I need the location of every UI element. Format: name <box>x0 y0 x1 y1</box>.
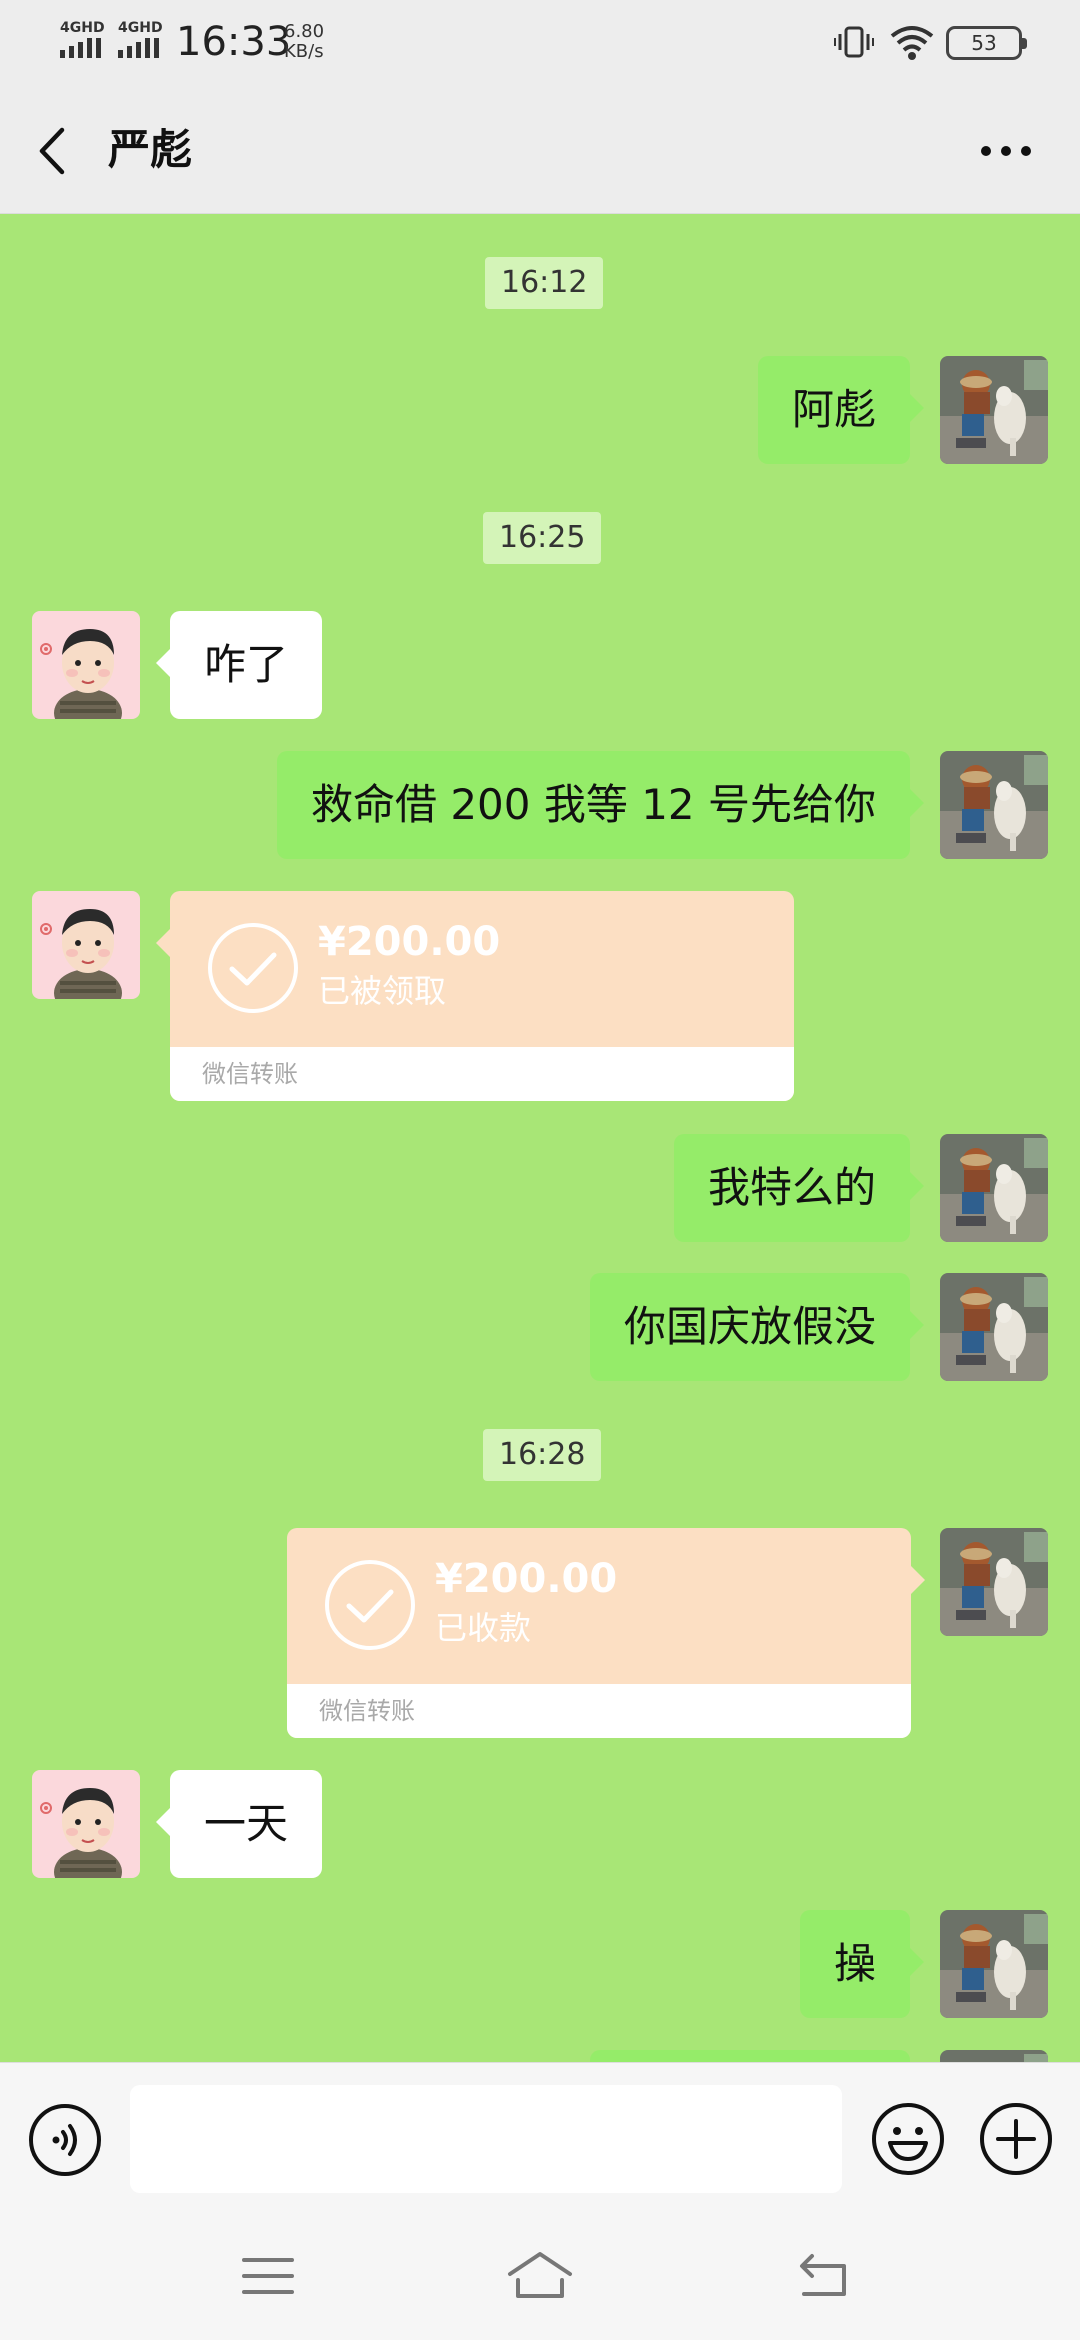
vibrate-icon <box>834 26 874 58</box>
incoming-message[interactable]: 咋了 <box>155 611 323 719</box>
friend-avatar[interactable] <box>32 611 140 719</box>
more-dots-icon[interactable] <box>976 136 1036 166</box>
timestamp: 16:28 <box>483 1429 602 1481</box>
speed-unit: KB/s <box>284 41 324 62</box>
network-speed: 6.80 KB/s <box>284 22 324 62</box>
bubble-tail <box>156 929 170 957</box>
back-icon[interactable] <box>794 2252 850 2300</box>
transfer-amount: ¥200.00 <box>318 919 501 965</box>
transfer-footer: 微信转账 <box>170 1047 794 1101</box>
self-avatar[interactable] <box>940 1273 1048 1381</box>
transfer-footer: 微信转账 <box>287 1684 911 1738</box>
outgoing-message[interactable]: 操 <box>799 1910 925 2018</box>
friend-avatar[interactable] <box>32 891 140 999</box>
message-input[interactable] <box>130 2085 842 2193</box>
check-circle-icon <box>208 923 298 1013</box>
signal-label-2: 4GHD <box>118 20 163 36</box>
signal-label-1: 4GHD <box>60 20 105 36</box>
transfer-status: 已被领取 <box>318 972 447 1010</box>
chat-title: 严彪 <box>108 125 193 174</box>
outgoing-message[interactable]: 救命借 200 我等 12 号先给你 <box>276 751 925 859</box>
friend-avatar[interactable] <box>32 1770 140 1878</box>
chevron-left-icon[interactable] <box>30 122 74 180</box>
status-bar: 4GHD 4GHD 16:33 6.80 KB/s 53 <box>0 0 1080 88</box>
voice-icon[interactable] <box>28 2103 102 2177</box>
self-avatar[interactable] <box>940 1910 1048 2018</box>
incoming-message[interactable]: 一天 <box>155 1770 323 1878</box>
self-avatar[interactable] <box>940 1134 1048 1242</box>
self-avatar[interactable] <box>940 356 1048 464</box>
self-avatar[interactable] <box>940 751 1048 859</box>
outgoing-message[interactable]: 我特么的 <box>673 1134 925 1242</box>
chat-header: 严彪 <box>0 88 1080 214</box>
timestamp: 16:12 <box>485 257 604 309</box>
wifi-icon <box>890 26 934 60</box>
plus-icon[interactable] <box>978 2101 1054 2177</box>
status-time: 16:33 <box>176 19 292 65</box>
transfer-card[interactable]: ¥200.00 已被领取 微信转账 <box>170 891 794 1101</box>
signal-icon-2 <box>118 38 159 58</box>
menu-icon[interactable] <box>240 2254 296 2298</box>
system-nav-bar <box>0 2212 1080 2340</box>
outgoing-message[interactable]: 阿彪 <box>757 356 925 464</box>
signal-icon-1 <box>60 38 101 58</box>
speed-value: 6.80 <box>284 21 325 42</box>
home-icon[interactable] <box>504 2248 576 2304</box>
check-circle-icon <box>325 1560 415 1650</box>
transfer-status: 已收款 <box>435 1609 532 1647</box>
emoji-icon[interactable] <box>870 2101 946 2177</box>
bubble-tail <box>911 1566 925 1594</box>
timestamp: 16:25 <box>483 512 602 564</box>
self-avatar[interactable] <box>940 1528 1048 1636</box>
input-bar <box>0 2062 1080 2212</box>
transfer-card[interactable]: ¥200.00 已收款 微信转账 <box>287 1528 911 1738</box>
transfer-amount: ¥200.00 <box>435 1556 618 1602</box>
battery-icon: 53 <box>946 26 1027 60</box>
outgoing-message[interactable]: 你国庆放假没 <box>589 1273 925 1381</box>
